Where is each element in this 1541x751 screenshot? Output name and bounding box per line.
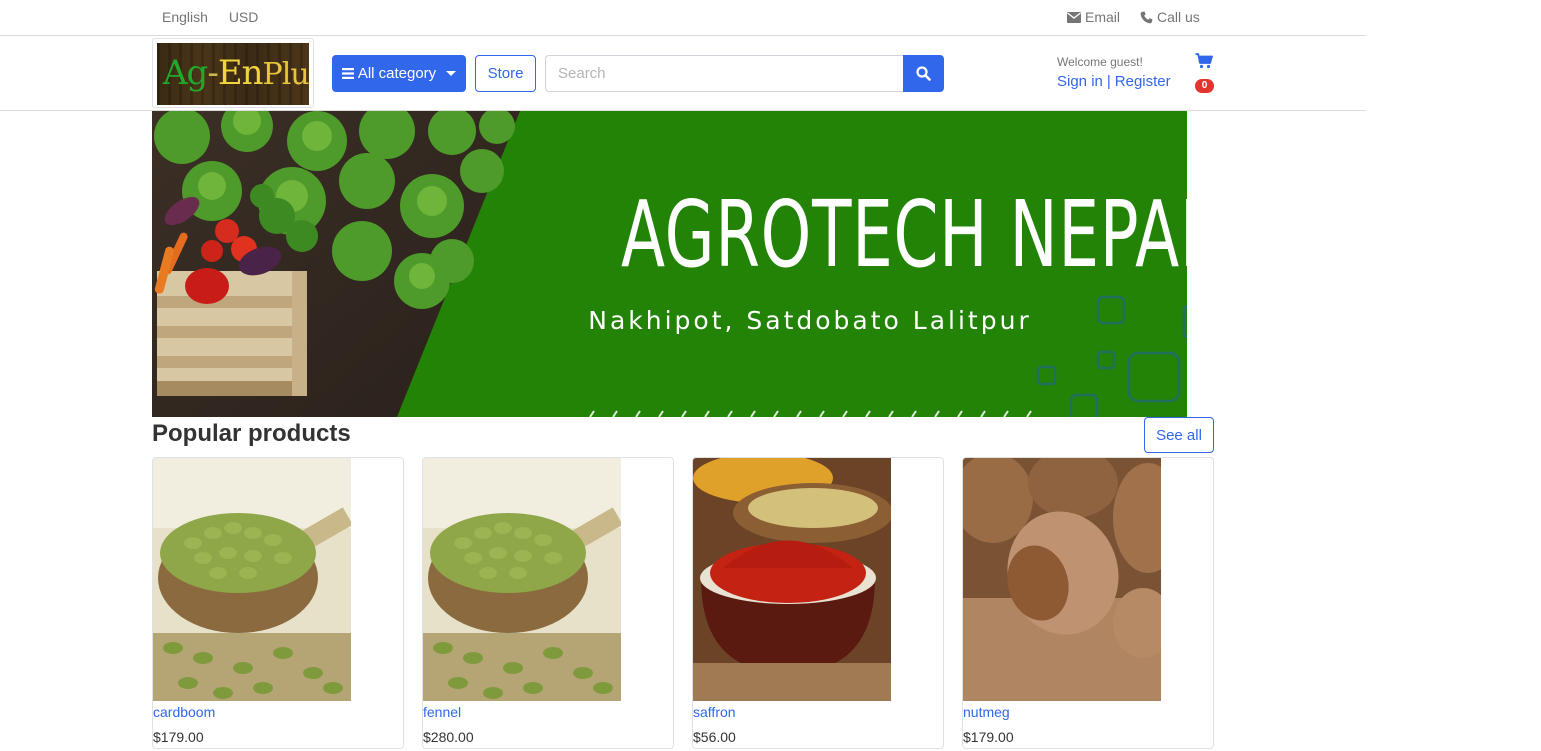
product-name[interactable]: cardboom <box>153 704 215 720</box>
product-name[interactable]: saffron <box>693 704 736 720</box>
see-all-button[interactable]: See all <box>1144 417 1214 453</box>
product-image-cardamom[interactable] <box>153 458 351 701</box>
saffron-photo <box>693 458 891 701</box>
product-card[interactable]: nutmeg $179.00 <box>962 457 1214 749</box>
product-price: $56.00 <box>693 729 736 745</box>
product-card[interactable]: fennel $280.00 <box>422 457 674 749</box>
product-name[interactable]: nutmeg <box>963 704 1010 720</box>
register-link[interactable]: Register <box>1115 73 1171 90</box>
auth-links: Sign in | Register <box>1057 73 1171 90</box>
product-price: $179.00 <box>153 729 204 745</box>
nutmeg-photo <box>963 458 1161 701</box>
auth-separator: | <box>1106 73 1111 90</box>
banner-title: AGROTECH NEPAL <box>621 181 1187 288</box>
logo-en: En <box>217 53 264 93</box>
logo-ag: Ag <box>163 53 208 93</box>
logo-plus: Plus <box>262 57 309 92</box>
cart-button[interactable] <box>1195 53 1213 74</box>
call-link[interactable]: Call us <box>1140 9 1200 25</box>
search-input[interactable] <box>545 55 904 92</box>
search-icon <box>916 66 931 81</box>
product-price: $179.00 <box>963 729 1014 745</box>
hero-banner[interactable]: AGROTECH NEPAL Nakhipot, Satdobato Lalit… <box>152 111 1187 417</box>
menu-bars-icon <box>341 68 354 79</box>
all-category-label: All category <box>357 65 437 82</box>
banner-subtitle: Nakhipot, Satdobato Lalitpur <box>588 306 1032 335</box>
caret-down-icon <box>446 71 457 76</box>
contact-links: Email Call us <box>1067 9 1200 25</box>
email-link[interactable]: Email <box>1067 9 1120 25</box>
store-button[interactable]: Store <box>475 55 536 92</box>
logo-wordmark: Ag-EnPlus <box>163 53 309 93</box>
search-button[interactable] <box>903 55 944 92</box>
call-label: Call us <box>1157 9 1200 25</box>
cart-count-badge: 0 <box>1195 79 1214 93</box>
email-label: Email <box>1085 9 1121 25</box>
product-image-saffron[interactable] <box>693 458 891 701</box>
phone-icon <box>1140 11 1153 23</box>
product-price: $280.00 <box>423 729 474 745</box>
product-image-nutmeg[interactable] <box>963 458 1161 701</box>
locale-settings: English USD <box>162 9 275 25</box>
sign-in-link[interactable]: Sign in <box>1057 73 1103 90</box>
all-category-button[interactable]: All category <box>332 55 466 92</box>
product-card[interactable]: saffron $56.00 <box>692 457 944 749</box>
main-header: Ag-EnPlus All category Store Welcome gue… <box>0 37 1366 111</box>
currency-selector[interactable]: USD <box>229 9 259 25</box>
product-card[interactable]: cardboom $179.00 <box>152 457 404 749</box>
logo-dash: - <box>207 53 218 93</box>
top-bar: English USD Email Call us <box>0 0 1366 36</box>
popular-products-heading: Popular products <box>152 420 351 447</box>
welcome-text: Welcome guest! <box>1057 55 1143 69</box>
logo-link[interactable]: Ag-EnPlus <box>152 38 314 108</box>
product-image-fennel[interactable] <box>423 458 621 701</box>
envelope-icon <box>1067 11 1081 23</box>
shopping-cart-icon <box>1195 53 1213 69</box>
site-logo: Ag-EnPlus <box>157 43 309 105</box>
language-selector[interactable]: English <box>162 9 208 25</box>
fennel-photo <box>423 458 621 701</box>
product-name[interactable]: fennel <box>423 704 461 720</box>
cardamom-photo <box>153 458 351 701</box>
